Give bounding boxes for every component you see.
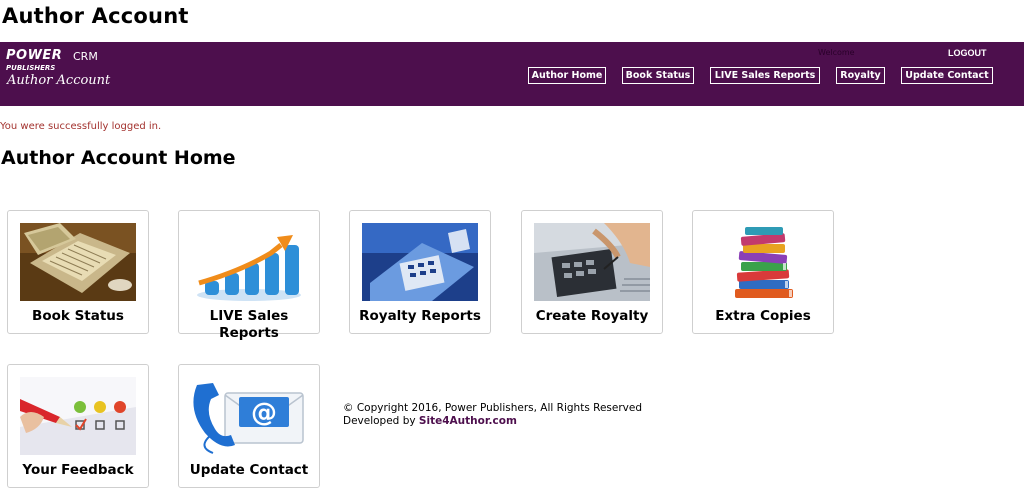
nav-author-home[interactable]: Author Home (528, 67, 606, 84)
tile-label: Create Royalty (535, 308, 649, 324)
logo-publishers-text: PUBLISHERS (6, 64, 56, 72)
page-title: Author Account (2, 4, 189, 28)
tile-create-royalty[interactable]: Create Royalty (521, 210, 663, 334)
tile-royalty-reports[interactable]: Royalty Reports (349, 210, 491, 334)
footer: © Copyright 2016, Power Publishers, All … (343, 402, 642, 428)
section-title: Author Account Home (1, 147, 236, 169)
copyright-text: © Copyright 2016, Power Publishers, All … (343, 402, 642, 414)
book-stack-icon (705, 223, 821, 301)
tile-book-status[interactable]: Book Status (7, 210, 149, 334)
logo-crm-text: CRM (73, 50, 98, 63)
calculator-hand-icon (534, 223, 650, 301)
feedback-checklist-icon (20, 377, 136, 455)
logo-subtitle: Author Account (7, 73, 111, 88)
tile-label: Book Status (32, 308, 124, 324)
tile-label: Update Contact (189, 462, 309, 478)
tile-update-contact[interactable]: @ Update Contact (178, 364, 320, 488)
laptop-icon (20, 223, 136, 301)
report-calculator-icon (362, 223, 478, 301)
tile-your-feedback[interactable]: Your Feedback (7, 364, 149, 488)
tile-extra-copies[interactable]: Extra Copies (692, 210, 834, 334)
nav-book-status[interactable]: Book Status (622, 67, 694, 84)
bar-growth-icon (191, 223, 307, 301)
nav-royalty[interactable]: Royalty (836, 67, 885, 84)
tile-label: Royalty Reports (359, 308, 481, 324)
developed-by-line: Developed by Site4Author.com (343, 415, 642, 428)
nav-live-sales-reports[interactable]: LIVE Sales Reports (710, 67, 820, 84)
nav-update-contact[interactable]: Update Contact (901, 67, 993, 84)
login-success-message: You were successfully logged in. (0, 121, 162, 132)
logout-link[interactable]: LOGOUT (948, 48, 987, 58)
logo-power-text: POWER (6, 48, 63, 63)
phone-email-icon: @ (191, 377, 307, 455)
tile-label: LIVE Sales Reports (209, 308, 289, 341)
developed-by-label: Developed by (343, 415, 416, 427)
tile-label: Extra Copies (715, 308, 811, 324)
header-bar: POWER CRM PUBLISHERS Author Account Welc… (0, 42, 1024, 106)
developer-link[interactable]: Site4Author.com (419, 415, 517, 427)
svg-text:@: @ (251, 398, 277, 428)
welcome-text: Welcome (818, 48, 855, 57)
tile-live-sales-reports[interactable]: LIVE Sales Reports (178, 210, 320, 341)
tile-label: Your Feedback (22, 462, 134, 478)
